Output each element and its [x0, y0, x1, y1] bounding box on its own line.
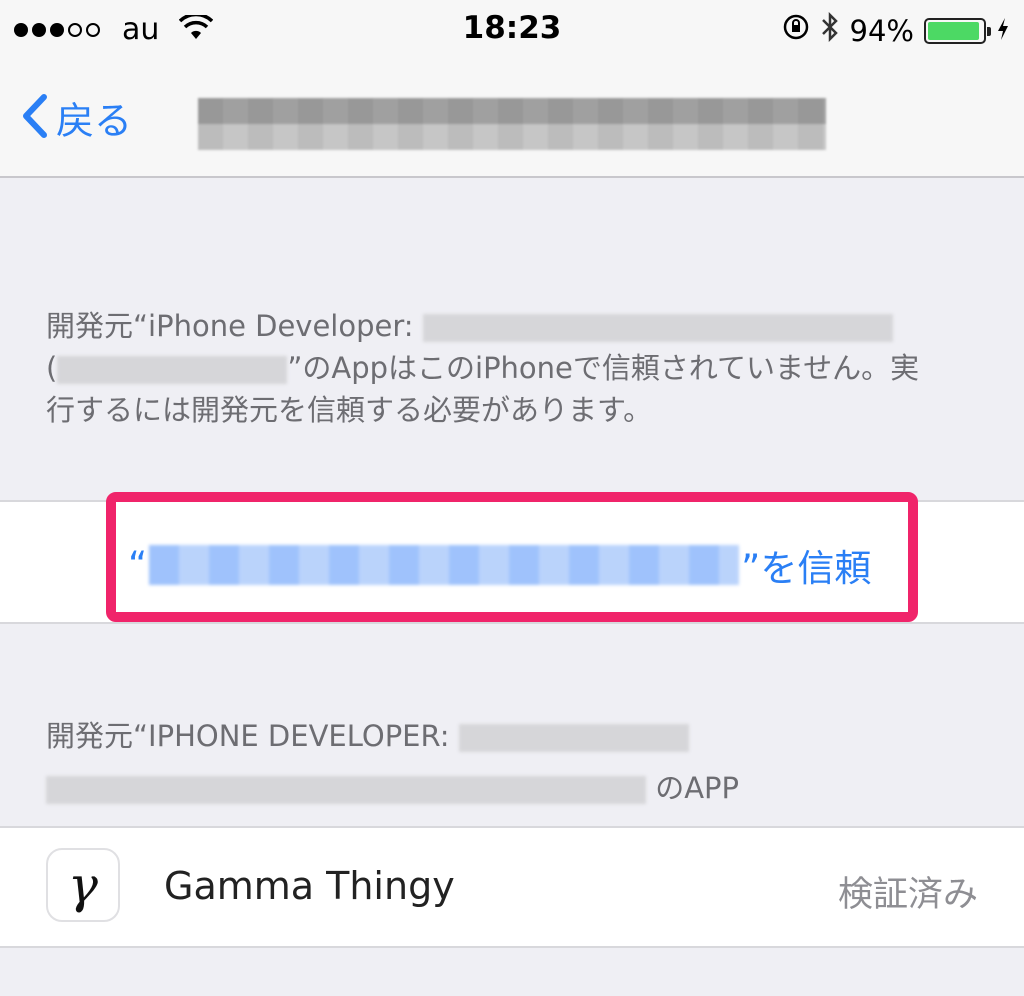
- battery-percent: 94%: [849, 13, 914, 48]
- chevron-left-icon: [22, 93, 48, 142]
- untrusted-developer-description: 開発元“iPhone Developer: (”のAppはこのiPhoneで信頼…: [46, 305, 946, 431]
- back-button[interactable]: 戻る: [22, 90, 132, 145]
- status-bar-right: 94%: [782, 11, 1010, 49]
- trust-open-quote: “: [128, 543, 148, 587]
- navigation-bar: 戻る: [0, 62, 1024, 178]
- redacted-developer-id: [422, 314, 893, 342]
- battery-level-fill: [928, 21, 979, 40]
- description-prefix: 開発元“iPhone Developer:: [46, 309, 414, 343]
- verification-status: 検証済み: [837, 875, 978, 915]
- charging-bolt-icon: [996, 14, 1010, 48]
- redacted-developer-name: [46, 776, 646, 804]
- bluetooth-icon: [820, 11, 840, 49]
- apps-header-suffix: のAPP: [655, 771, 740, 805]
- apps-section-header: 開発元“IPHONE DEVELOPER: のAPP: [46, 710, 946, 814]
- app-icon: γ: [46, 848, 120, 922]
- redacted-page-title: [198, 98, 826, 150]
- redacted-developer-id: [458, 724, 689, 752]
- battery-icon: [924, 17, 991, 44]
- redacted-developer-name: [149, 545, 740, 585]
- back-label: 戻る: [56, 99, 133, 143]
- description-open-paren: (: [46, 351, 58, 385]
- rotation-lock-icon: [782, 13, 810, 48]
- app-row[interactable]: γ Gamma Thingy 検証済み: [0, 826, 1024, 948]
- trust-developer-button[interactable]: “ ”を信頼: [128, 538, 871, 592]
- app-name: Gamma Thingy: [164, 864, 455, 908]
- trust-button-label: ”を信頼: [741, 547, 872, 590]
- apps-header-prefix: 開発元“IPHONE DEVELOPER:: [46, 719, 450, 753]
- redacted-developer-name: [57, 356, 288, 384]
- status-bar: au 18:23 94%: [0, 0, 1024, 62]
